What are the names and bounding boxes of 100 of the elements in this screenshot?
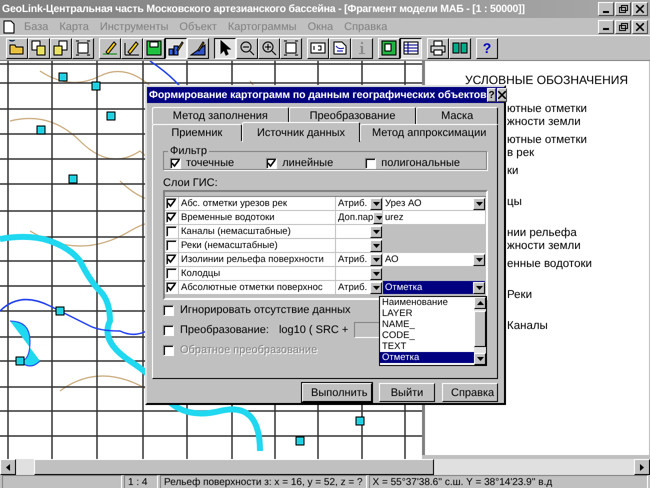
value-field[interactable]: АО — [383, 253, 486, 266]
minimize-button[interactable] — [598, 20, 614, 34]
minimize-icon — [603, 28, 609, 30]
grid-button[interactable] — [449, 38, 471, 58]
dropdown-button[interactable] — [370, 254, 382, 266]
checkbox[interactable] — [166, 212, 177, 223]
checkbox[interactable] — [163, 324, 174, 336]
tab[interactable]: Приемник — [152, 124, 242, 141]
scroll-down-button[interactable] — [474, 353, 486, 365]
dropdown-button[interactable] — [473, 254, 485, 266]
value-field[interactable]: Отметка — [383, 281, 486, 294]
status-text: 1 : 4 — [124, 475, 158, 488]
tab[interactable]: Метод аппроксимации — [360, 124, 498, 141]
checkbox-label: точечные — [186, 157, 234, 169]
documents-button[interactable] — [28, 38, 50, 58]
grid-icon — [452, 40, 468, 56]
documents-button[interactable] — [50, 38, 72, 58]
scroll-right-button[interactable] — [634, 459, 650, 475]
checkbox[interactable] — [166, 198, 177, 209]
help-button[interactable]: ? — [476, 38, 498, 58]
caret-icon — [372, 286, 380, 290]
scrollbar[interactable] — [0, 459, 650, 475]
dialog-button[interactable]: Справка — [442, 383, 498, 402]
caret-icon — [376, 216, 382, 220]
map-text-button[interactable] — [329, 38, 351, 58]
restore-icon — [618, 5, 628, 13]
table-cell: Атриб. — [338, 254, 368, 265]
tab[interactable]: Источник данных — [242, 122, 360, 142]
table-cell: Абсолютные отметки поверхнос — [179, 281, 336, 294]
checkbox[interactable] — [266, 158, 278, 168]
minimize-button[interactable] — [598, 2, 614, 16]
scrollbar[interactable] — [474, 297, 486, 365]
dropdown-button[interactable] — [370, 240, 382, 252]
restore-button[interactable] — [615, 20, 631, 34]
checkbox[interactable] — [365, 158, 376, 168]
caret-icon — [476, 202, 482, 206]
zoom-in-icon — [261, 40, 277, 56]
table-cell: Доп.пар — [338, 212, 374, 223]
zoom-in-button[interactable] — [258, 38, 280, 58]
dropdown-option[interactable]: NAME_ — [380, 319, 474, 330]
scroll-thumb[interactable] — [474, 311, 486, 347]
dropdown-button[interactable] — [373, 212, 382, 224]
dropdown-button[interactable] — [473, 282, 485, 294]
dropdown-button[interactable] — [370, 226, 382, 238]
map-marker — [36, 126, 46, 134]
legend-title: УСЛОВНЫЕ ОБОЗНАЧЕНИЯ — [464, 72, 630, 87]
frame-button[interactable] — [72, 38, 94, 58]
tab[interactable]: Преобразование — [288, 107, 416, 124]
checkbox[interactable] — [170, 158, 181, 168]
dropdown-option[interactable]: Отметка — [380, 352, 474, 363]
scroll-up-button[interactable] — [474, 297, 486, 309]
label-button[interactable] — [307, 38, 329, 58]
caret-icon — [476, 258, 482, 262]
caret-icon — [372, 230, 380, 234]
frame-button[interactable] — [280, 38, 302, 58]
close-icon — [636, 22, 644, 30]
table-button[interactable] — [400, 38, 422, 58]
dialog-button[interactable]: Выйти — [379, 383, 435, 402]
dropdown-button[interactable] — [370, 268, 382, 280]
floppy-button[interactable] — [143, 38, 165, 58]
dialog-button[interactable]: Выполнить — [302, 383, 372, 402]
scroll-thumb[interactable] — [34, 459, 434, 475]
dropdown-option[interactable]: CODE_ — [380, 330, 474, 341]
help-button[interactable]: ? — [487, 88, 496, 102]
dropdown-option[interactable]: LAYER — [380, 308, 474, 319]
dropdown-option[interactable]: Наименование — [380, 297, 474, 308]
info-button[interactable] — [351, 38, 373, 58]
restore-button[interactable] — [615, 2, 631, 16]
dropdown-option[interactable]: TEXT — [380, 341, 474, 352]
caret-icon — [476, 357, 484, 361]
map-button[interactable] — [378, 38, 400, 58]
caret-icon — [476, 286, 482, 290]
chart-pen-button[interactable] — [165, 38, 187, 58]
lake — [10, 320, 40, 366]
dropdown-button[interactable] — [370, 282, 382, 294]
pen-button[interactable] — [121, 38, 143, 58]
dropdown-button[interactable] — [473, 198, 485, 210]
value-field[interactable]: Урез АО — [383, 197, 486, 210]
checkbox[interactable] — [166, 254, 177, 265]
close-button[interactable] — [496, 88, 507, 102]
checkbox[interactable] — [163, 304, 174, 316]
pointer-button[interactable] — [214, 38, 236, 58]
tab[interactable]: Метод заполнения — [152, 107, 289, 124]
zoom-out-button[interactable] — [236, 38, 258, 58]
map-marker — [356, 416, 364, 426]
tab[interactable]: Маска — [416, 107, 498, 124]
printer-button[interactable] — [427, 38, 449, 58]
caret-icon — [6, 464, 10, 470]
scroll-left-button[interactable] — [0, 459, 16, 475]
close-button[interactable] — [632, 20, 648, 34]
checkbox[interactable] — [166, 282, 177, 293]
zoom-out-icon — [239, 40, 255, 56]
close-button[interactable] — [632, 2, 648, 16]
pen-button[interactable] — [99, 38, 121, 58]
value-field[interactable]: urez — [383, 211, 486, 224]
folder-button[interactable] — [6, 38, 28, 58]
pen-icon — [102, 40, 118, 56]
dropdown-button[interactable] — [370, 198, 382, 210]
legend-label: нии рельефа жности земли — [507, 227, 582, 254]
group-label: Фильтр — [169, 146, 208, 157]
